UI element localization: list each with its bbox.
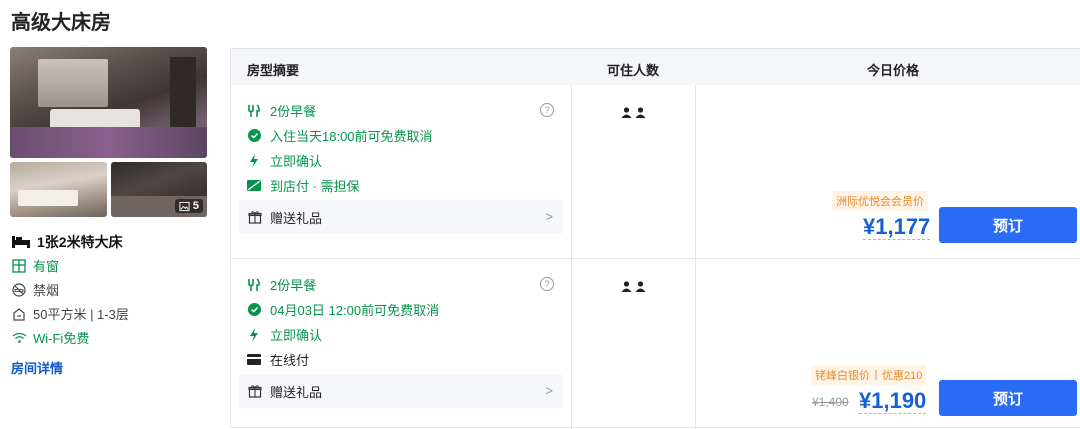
utensils-icon	[247, 277, 261, 292]
bed-type: 1张2米特大床	[11, 232, 123, 252]
offer-confirm: 立即确认	[247, 151, 322, 170]
window-icon	[11, 258, 27, 274]
table-header: 房型摘要 可住人数 今日价格	[231, 49, 1080, 85]
rate-table: 房型摘要 可住人数 今日价格 2份早餐 ? 入住当天18:00前可免费取消 立即…	[230, 48, 1080, 429]
offer-payment: 在线付	[247, 350, 309, 369]
silver-price-tag: 铑峰白银价	[815, 370, 870, 382]
room-details-link[interactable]: 房间详情	[11, 358, 63, 377]
book-button[interactable]: 预订	[939, 207, 1077, 243]
room-title: 高级大床房	[11, 12, 111, 34]
gift-icon	[248, 210, 262, 224]
person-icon	[621, 107, 632, 118]
price: ¥1,190	[859, 388, 927, 414]
no-smoking-icon	[11, 282, 27, 298]
member-price-tag: 洲际优悦会会员价	[832, 191, 928, 211]
person-icon	[621, 281, 632, 292]
header-guests: 可住人数	[607, 63, 660, 78]
utensils-icon	[247, 103, 261, 118]
header-price: 今日价格	[867, 63, 920, 78]
feature-no-smoking: 禁烟	[11, 280, 59, 299]
room-photo-thumb-2[interactable]: 5	[111, 162, 207, 217]
chevron-right-icon: >	[545, 209, 553, 224]
gift-row[interactable]: 赠送礼品 >	[239, 200, 563, 234]
pay-at-hotel-icon	[247, 179, 261, 193]
wifi-icon	[11, 330, 27, 346]
photo-count-badge: 5	[174, 199, 203, 213]
header-summary: 房型摘要	[247, 63, 300, 78]
card-icon	[247, 353, 261, 367]
lightning-icon	[247, 327, 261, 342]
chevron-right-icon: >	[545, 383, 553, 398]
image-icon	[179, 201, 190, 211]
discount-tag: 优惠210	[882, 370, 923, 382]
price: ¥1,177	[863, 214, 931, 240]
check-circle-icon	[247, 303, 261, 317]
lightning-icon	[247, 153, 261, 168]
check-circle-icon	[247, 129, 261, 143]
floor-area-icon	[11, 306, 27, 322]
room-photo-main[interactable]	[10, 47, 207, 158]
feature-area: 50平方米 | 1-3层	[11, 304, 129, 323]
offer-breakfast: 2份早餐	[247, 275, 316, 294]
offer-cancel: 入住当天18:00前可免费取消	[247, 126, 433, 145]
offer-payment: 到店付 · 需担保	[247, 176, 360, 195]
bed-type-label: 1张2米特大床	[37, 234, 123, 250]
offer-cancel: 04月03日 12:00前可免费取消	[247, 300, 439, 319]
offer-confirm: 立即确认	[247, 325, 322, 344]
help-icon[interactable]: ?	[540, 103, 554, 117]
bed-icon	[11, 234, 31, 250]
gift-icon	[248, 384, 262, 398]
help-icon[interactable]: ?	[540, 277, 554, 291]
gift-row[interactable]: 赠送礼品 >	[239, 374, 563, 408]
feature-window: 有窗	[11, 256, 59, 275]
offer-breakfast: 2份早餐	[247, 101, 316, 120]
book-button[interactable]: 预订	[939, 380, 1077, 416]
guest-count	[621, 281, 646, 292]
photo-count: 5	[192, 200, 199, 212]
feature-wifi: Wi-Fi免费	[11, 328, 89, 347]
original-price: ¥1,400	[812, 395, 849, 409]
price-tags: 铑峰白银价 优惠210	[811, 365, 927, 385]
room-photo-thumb-1[interactable]	[10, 162, 107, 217]
person-icon	[635, 107, 646, 118]
person-icon	[635, 281, 646, 292]
guest-count	[621, 107, 646, 118]
